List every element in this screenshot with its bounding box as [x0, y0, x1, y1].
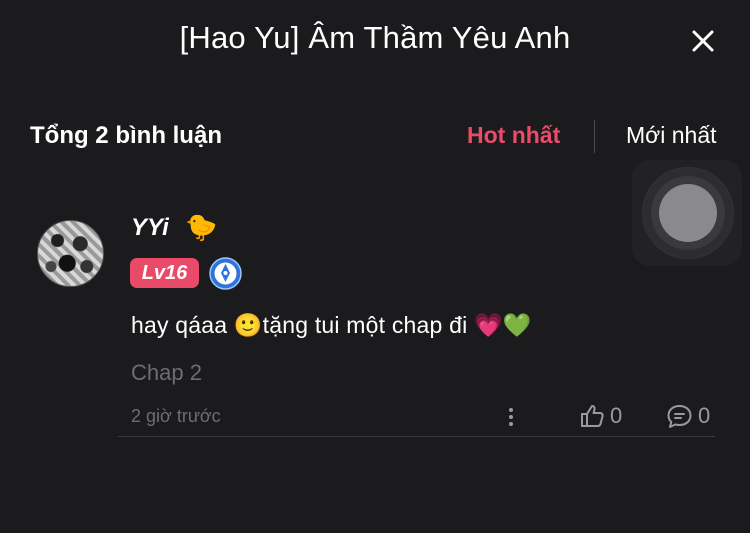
more-vertical-icon — [509, 408, 513, 426]
comment-bubble-icon — [667, 405, 692, 428]
thumbs-up-icon — [581, 405, 604, 427]
close-button[interactable] — [688, 26, 718, 56]
pen-badge-icon — [209, 257, 242, 290]
floating-action-button[interactable] — [632, 160, 742, 266]
avatar[interactable] — [37, 220, 104, 287]
sort-divider — [594, 120, 595, 153]
floating-circle-icon — [643, 168, 733, 258]
reply-button[interactable] — [666, 403, 693, 430]
level-badge: Lv16 — [130, 258, 199, 288]
comment-timestamp: 2 giờ trước — [131, 406, 221, 426]
comment-username[interactable]: YYi — [131, 214, 169, 242]
comment-divider — [118, 436, 715, 437]
like-count: 0 — [610, 403, 623, 428]
page-title: [Hao Yu] Âm Thầm Yêu Anh — [179, 20, 571, 55]
comment-count-label: Tổng 2 bình luận — [30, 122, 222, 149]
modal-header: [Hao Yu] Âm Thầm Yêu Anh — [0, 0, 750, 84]
sort-new-tab[interactable]: Mới nhất — [626, 122, 717, 149]
comment-text: hay qáaa 🙂tặng tui một chap đi 💗💚 — [131, 312, 532, 338]
more-options-button[interactable] — [503, 404, 519, 430]
chick-emoji-icon: 🐤 — [185, 212, 218, 242]
comment-chapter-link[interactable]: Chap 2 — [131, 360, 202, 386]
sort-hot-tab[interactable]: Hot nhất — [467, 122, 560, 149]
like-button[interactable] — [579, 403, 605, 429]
close-icon — [692, 30, 714, 52]
reply-count: 0 — [698, 403, 711, 428]
